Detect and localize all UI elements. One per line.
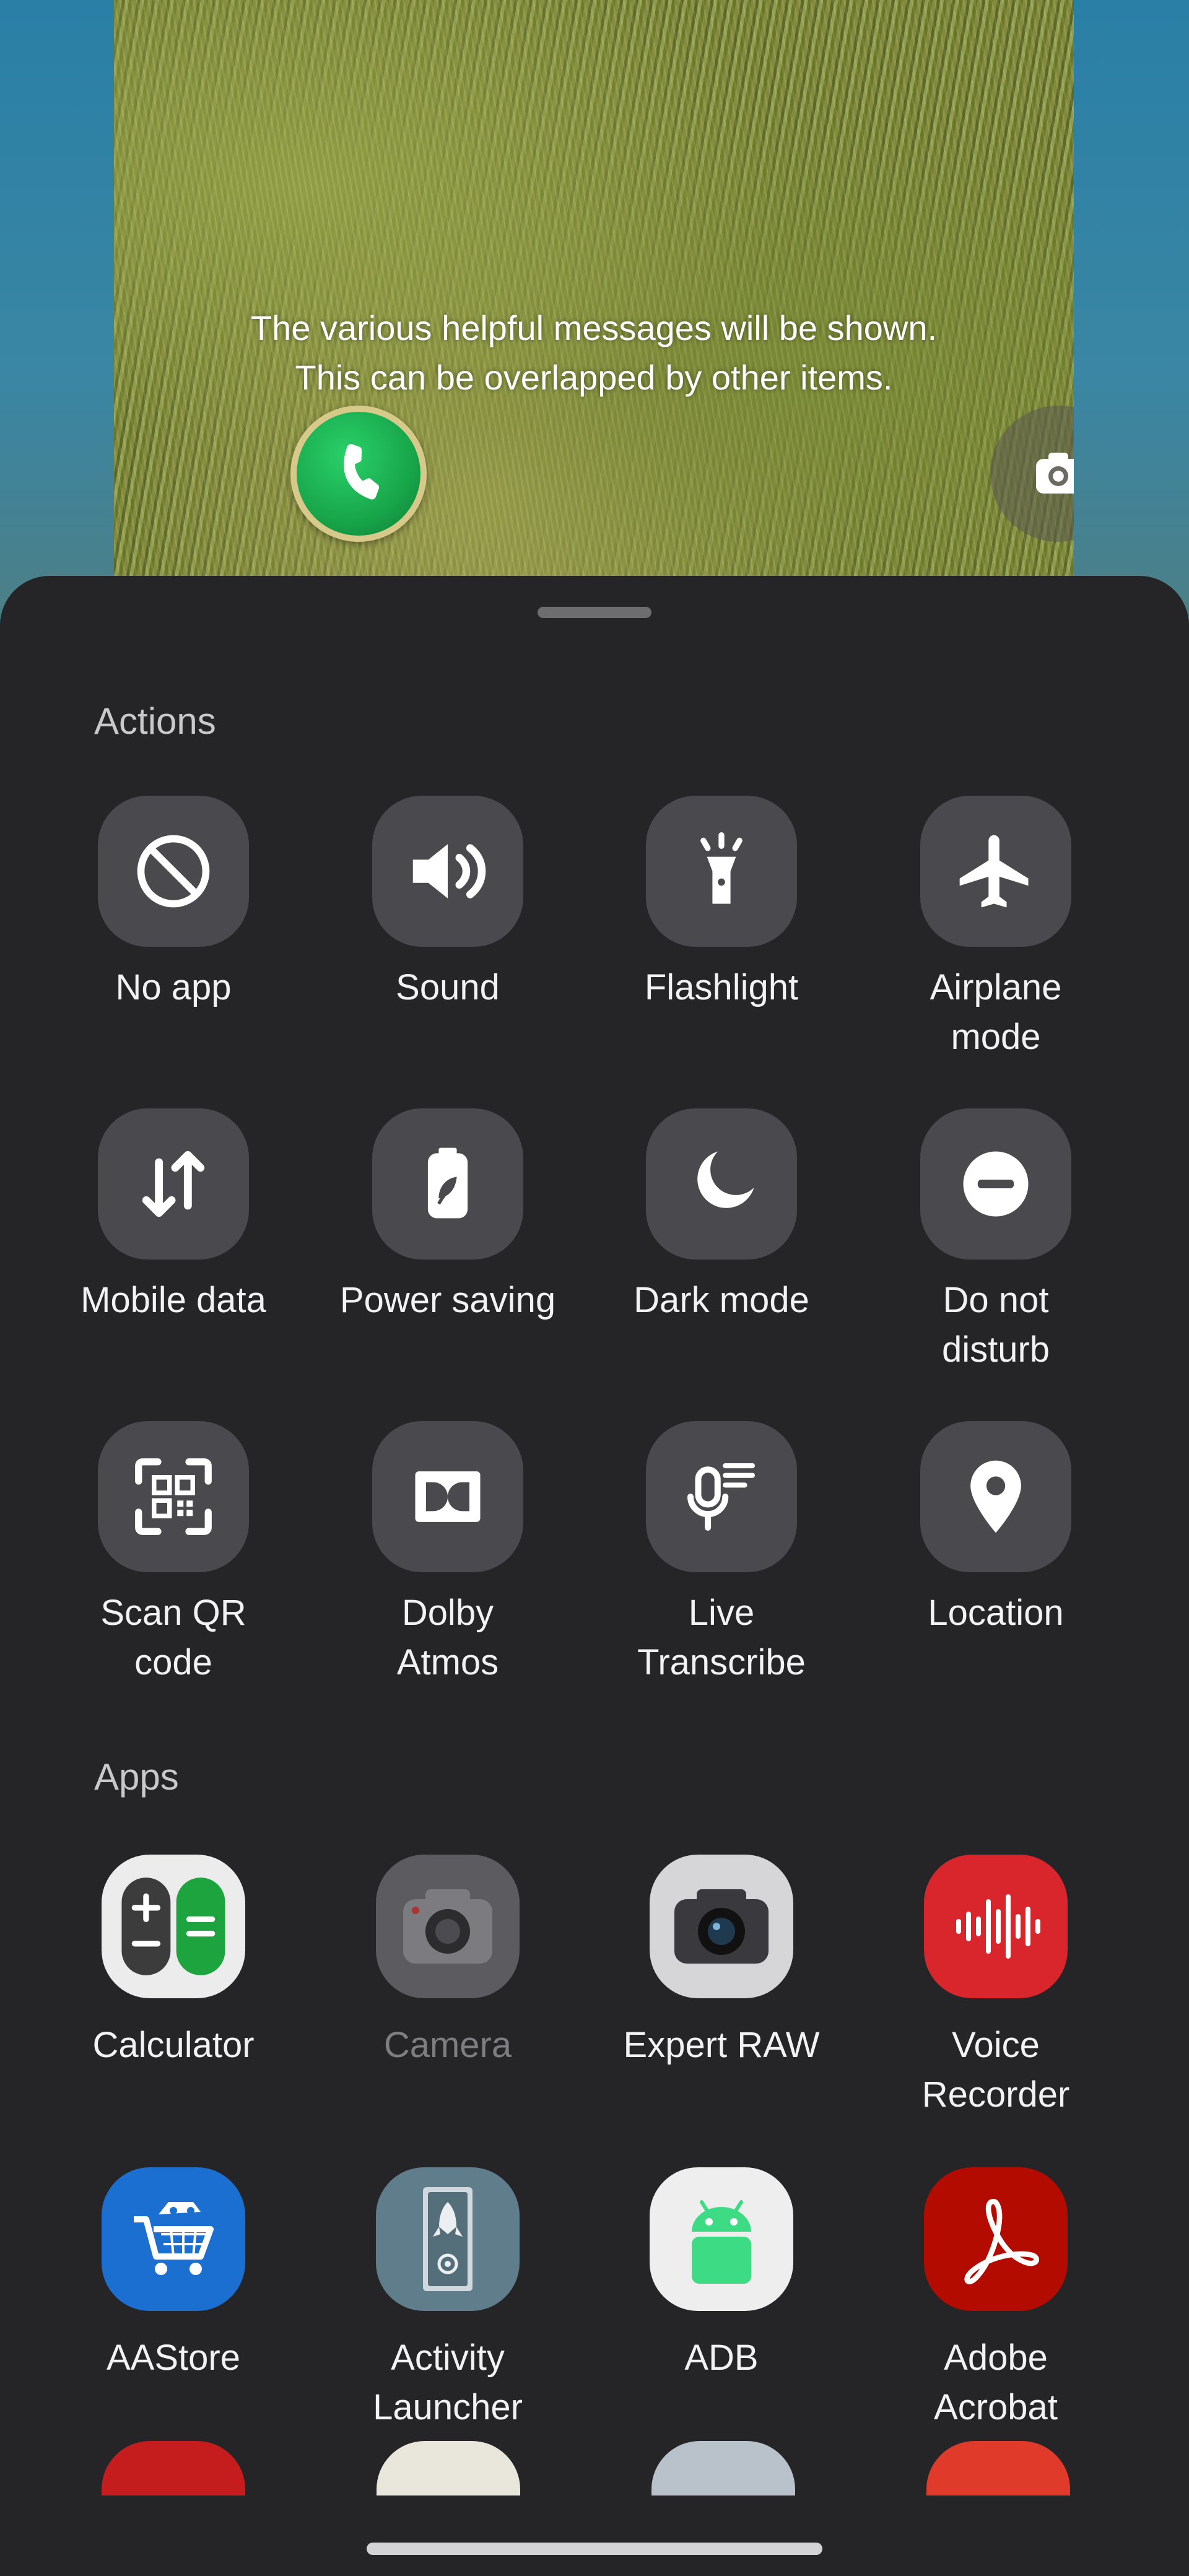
action-label: Flashlight (644, 967, 799, 1007)
action-dark-mode[interactable]: Dark mode (585, 1108, 858, 1325)
action-label: Location (928, 1593, 1064, 1633)
app-adobe-acrobat[interactable]: Adobe Acrobat (860, 2167, 1132, 2432)
action-label: Mobile data (81, 1280, 266, 1320)
phone-icon (344, 444, 380, 500)
partial-app-icon (926, 2441, 1070, 2496)
location-icon (970, 1460, 1021, 1533)
action-label: Dolby Atmos (396, 1593, 499, 1682)
power-saving-tile (372, 1108, 523, 1260)
action-label: Do not disturb (941, 1280, 1050, 1370)
action-label: Scan QR code (100, 1593, 246, 1682)
app-activity-launcher[interactable]: Activity Launcher (311, 2167, 584, 2432)
camera-icon (1036, 453, 1074, 494)
adobe-acrobat-tile (924, 2167, 1068, 2311)
app-label: Activity Launcher (373, 2338, 523, 2427)
app-label: Calculator (92, 2025, 255, 2065)
partial-app-icon (102, 2441, 245, 2496)
live-transcribe-tile (646, 1421, 797, 1572)
app-label: AAStore (107, 2338, 240, 2378)
action-dolby-atmos[interactable]: Dolby Atmos (311, 1421, 584, 1687)
action-live-transcribe[interactable]: Live Transcribe (585, 1421, 858, 1687)
apps-next-row-clipped (0, 2434, 1189, 2496)
dark-mode-tile (646, 1108, 797, 1260)
action-label: Sound (396, 967, 500, 1007)
airplane-icon (959, 835, 1029, 908)
action-do-not-disturb[interactable]: Do not disturb (860, 1108, 1132, 1375)
do-not-disturb-tile (920, 1108, 1071, 1260)
expert-raw-tile (650, 1855, 793, 1998)
app-label: Adobe Acrobat (934, 2338, 1058, 2427)
adb-icon (692, 2200, 751, 2284)
app-voice-recorder[interactable]: Voice Recorder (860, 1855, 1132, 2120)
lock-screen-preview: The various helpful messages will be sho… (114, 0, 1074, 613)
drag-handle[interactable] (538, 607, 651, 618)
action-flashlight[interactable]: Flashlight (585, 796, 858, 1012)
action-scan-qr-code[interactable]: Scan QR code (37, 1421, 310, 1687)
app-calculator[interactable]: Calculator (37, 1855, 310, 2070)
dolby-icon (415, 1471, 481, 1522)
live-transcribe-icon (687, 1463, 756, 1531)
phone-shortcut-button[interactable] (290, 406, 427, 542)
sound-tile (372, 796, 523, 947)
app-label: Expert RAW (623, 2025, 820, 2065)
shortcut-picker-sheet: Actions No app Sound Flashlight Airplane… (0, 576, 1189, 2576)
action-sound[interactable]: Sound (311, 796, 584, 1012)
aastore-icon (134, 2202, 214, 2275)
help-message-line-2: This can be overlapped by other items. (295, 358, 893, 397)
actions-section-title: Actions (94, 700, 216, 742)
action-power-saving[interactable]: Power saving (311, 1108, 584, 1325)
camera-shortcut-button[interactable] (990, 406, 1074, 542)
aastore-tile (102, 2167, 245, 2311)
app-adb[interactable]: ADB (585, 2167, 858, 2383)
partial-app-icon (651, 2441, 795, 2496)
calculator-tile (102, 1855, 245, 1998)
gesture-navigation-bar[interactable] (367, 2543, 822, 2555)
location-tile (920, 1421, 1071, 1572)
no-app-icon (137, 835, 210, 908)
mobile-data-icon (142, 1151, 205, 1217)
action-no-app[interactable]: No app (37, 796, 310, 1012)
power-saving-icon (427, 1147, 468, 1219)
app-label: Voice Recorder (921, 2025, 1070, 2115)
action-label: Live Transcribe (637, 1593, 806, 1682)
action-label: Airplane mode (930, 967, 1062, 1057)
no-app-tile (98, 796, 249, 947)
action-label: Dark mode (634, 1280, 809, 1320)
qr-scan-icon (135, 1458, 212, 1535)
do-not-disturb-icon (963, 1151, 1029, 1217)
action-label: Power saving (339, 1280, 556, 1320)
voice-recorder-tile (924, 1855, 1068, 1998)
partial-app-icon (377, 2441, 520, 2496)
help-message-line-1: The various helpful messages will be sho… (250, 308, 938, 347)
calculator-icon (121, 1878, 225, 1975)
app-label: ADB (684, 2338, 759, 2378)
sound-icon (412, 844, 486, 899)
expert-raw-icon (674, 1889, 769, 1964)
action-mobile-data[interactable]: Mobile data (37, 1108, 310, 1325)
adb-tile (650, 2167, 793, 2311)
app-expert-raw[interactable]: Expert RAW (585, 1855, 858, 2070)
camera-app-icon (403, 1889, 492, 1964)
action-label: No app (115, 967, 232, 1007)
flashlight-icon (700, 832, 743, 904)
mobile-data-tile (98, 1108, 249, 1260)
activity-launcher-tile (376, 2167, 520, 2311)
qr-scan-tile (98, 1421, 249, 1572)
action-airplane-mode[interactable]: Airplane mode (860, 796, 1132, 1062)
app-camera: Camera (311, 1855, 584, 2070)
adobe-acrobat-icon (964, 2198, 1039, 2284)
apps-section-title: Apps (94, 1756, 179, 1798)
activity-launcher-icon (423, 2187, 473, 2291)
app-label: Camera (383, 2025, 512, 2065)
voice-recorder-icon (956, 1894, 1040, 1959)
dark-mode-icon (697, 1151, 754, 1208)
flashlight-tile (646, 796, 797, 947)
dolby-tile (372, 1421, 523, 1572)
camera-app-tile (376, 1855, 520, 1998)
action-location[interactable]: Location (860, 1421, 1132, 1638)
airplane-tile (920, 796, 1071, 947)
app-aastore[interactable]: AAStore (37, 2167, 310, 2383)
